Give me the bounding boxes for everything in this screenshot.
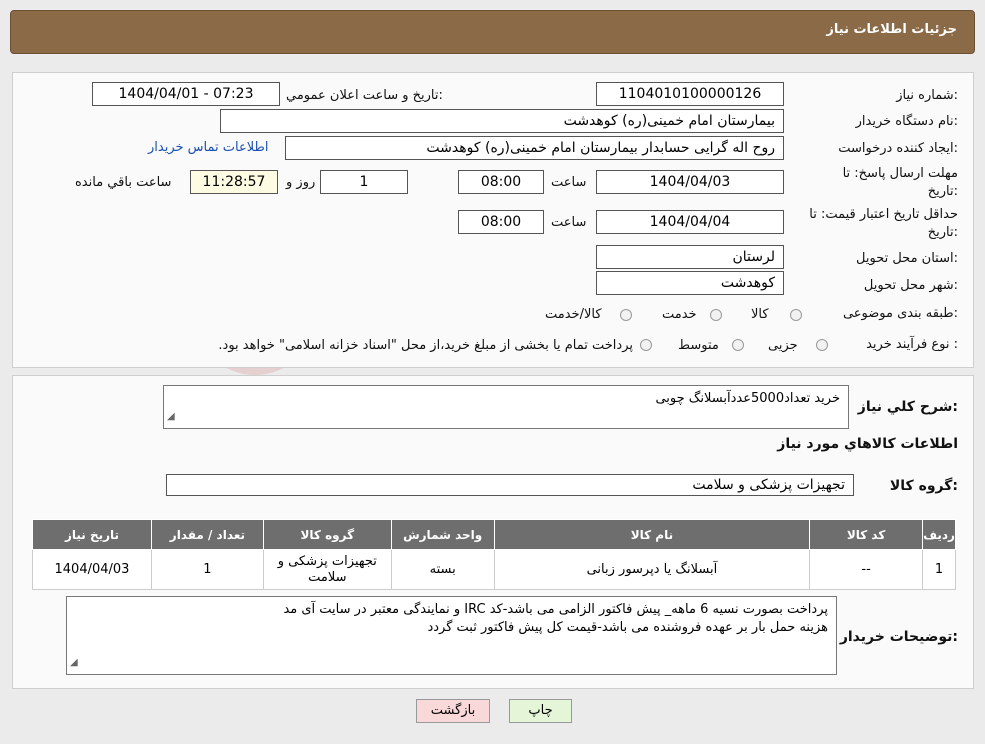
table-header-row: رديف كد كالا نام كالا واحد شمارش گروه كا… bbox=[32, 519, 956, 550]
reply-time-label: ساعت bbox=[551, 175, 587, 190]
resize-handle-icon[interactable]: ◢ bbox=[167, 408, 175, 426]
category-radio-goods[interactable] bbox=[790, 309, 802, 321]
cell-name: آبسلانگ یا دپرسور زبانی bbox=[493, 549, 811, 590]
summary-label: شرح كلي نياز: bbox=[857, 399, 958, 415]
buyer-notes-label: توضيحات خريدار: bbox=[839, 629, 958, 645]
group-label: گروه كالا: bbox=[889, 478, 958, 494]
need-number-label: شماره نیاز: bbox=[896, 88, 958, 103]
category-radio-service[interactable] bbox=[710, 309, 722, 321]
col-name: نام كالا bbox=[493, 519, 811, 550]
process-radio-medium[interactable] bbox=[732, 339, 744, 351]
group-field: تجهیزات پزشکی و سلامت bbox=[166, 474, 854, 496]
category-option-service: خدمت bbox=[662, 307, 697, 322]
price-validity-label-date: تاريخ: bbox=[927, 225, 958, 240]
col-code: كد كالا bbox=[809, 519, 924, 550]
summary-text: خرید تعداد5000عددآبسلانگ چوبی bbox=[655, 391, 840, 406]
page-title: جزئیات اطلاعات نیاز bbox=[826, 22, 957, 37]
items-table: رديف كد كالا نام كالا واحد شمارش گروه كا… bbox=[32, 519, 956, 590]
buyer-org-label: نام دستگاه خريدار: bbox=[855, 114, 958, 129]
col-row: رديف bbox=[922, 519, 956, 550]
buyer-notes-textarea[interactable]: پرداخت بصورت نسیه 6 ماهه_ پیش فاکتور الز… bbox=[66, 596, 837, 675]
creator-label: ايجاد كننده درخواست: bbox=[838, 141, 958, 156]
city-label: شهر محل تحويل: bbox=[863, 278, 958, 293]
cell-code: -- bbox=[809, 549, 924, 590]
category-option-goods-service: کالا/خدمت bbox=[545, 307, 602, 322]
col-quantity: تعداد / مقدار bbox=[150, 519, 264, 550]
summary-textarea[interactable]: خرید تعداد5000عددآبسلانگ چوبی ◢ bbox=[163, 385, 849, 429]
category-radio-goods-service[interactable] bbox=[620, 309, 632, 321]
city-field: کوهدشت bbox=[596, 271, 784, 295]
remaining-label: ساعت باقي مانده bbox=[75, 175, 172, 190]
cell-quantity: 1 bbox=[150, 549, 264, 590]
items-title: اطلاعات كالاهاي مورد نياز bbox=[777, 436, 958, 452]
validity-time-label: ساعت bbox=[551, 215, 587, 230]
buyer-notes-line-2: هزینه حمل بار بر عهده فروشنده می باشد-قی… bbox=[427, 620, 828, 635]
col-date: تاريخ نياز bbox=[32, 519, 152, 550]
table-row: 1 -- آبسلانگ یا دپرسور زبانی بسته تجهیزا… bbox=[32, 549, 956, 590]
category-option-goods: کالا bbox=[751, 307, 769, 322]
validity-date-field: 1404/04/04 bbox=[596, 210, 784, 234]
cell-date: 1404/04/03 bbox=[32, 549, 152, 590]
col-group: گروه كالا bbox=[262, 519, 392, 550]
need-number-field: 1104010100000126 bbox=[596, 82, 784, 106]
price-validity-label: حداقل تاريخ اعتبار قيمت: تا bbox=[809, 207, 958, 222]
resize-handle-icon[interactable]: ◢ bbox=[70, 654, 78, 672]
province-field: لرستان bbox=[596, 245, 784, 269]
reply-time-field: 08:00 bbox=[458, 170, 544, 194]
category-label: طبقه بندی موضوعی: bbox=[842, 306, 958, 321]
process-radio-minor[interactable] bbox=[816, 339, 828, 351]
remaining-time-field: 11:28:57 bbox=[190, 170, 278, 194]
announce-label: تاریخ و ساعت اعلان عمومي: bbox=[286, 88, 443, 103]
reply-deadline-label: مهلت ارسال پاسخ: تا bbox=[842, 166, 958, 181]
creator-field: روح اله گرایی حسابدار بیمارستان امام خمی… bbox=[285, 136, 784, 160]
days-label: روز و bbox=[286, 175, 316, 190]
days-field: 1 bbox=[320, 170, 408, 194]
process-checkbox-treasury[interactable] bbox=[640, 339, 652, 351]
validity-time-field: 08:00 bbox=[458, 210, 544, 234]
process-note: پرداخت تمام يا بخشی از مبلغ خريد،از محل … bbox=[218, 338, 633, 353]
reply-date-field: 1404/04/03 bbox=[596, 170, 784, 194]
print-button[interactable]: چاپ bbox=[509, 699, 572, 723]
process-label: نوع فرآيند خريد : bbox=[866, 337, 958, 352]
province-label: استان محل تحويل: bbox=[856, 251, 958, 266]
buyer-contact-link[interactable]: اطلاعات تماس خريدار bbox=[148, 140, 268, 155]
cell-row: 1 bbox=[922, 549, 956, 590]
reply-deadline-label-date: تاريخ: bbox=[927, 184, 958, 199]
cell-group: تجهیزات پزشکی و سلامت bbox=[262, 549, 392, 590]
buyer-notes-line-1: پرداخت بصورت نسیه 6 ماهه_ پیش فاکتور الز… bbox=[283, 602, 828, 617]
process-option-minor: جزیی bbox=[768, 338, 798, 353]
announce-field: 1404/04/01 - 07:23 bbox=[92, 82, 280, 106]
col-unit: واحد شمارش bbox=[390, 519, 495, 550]
cell-unit: بسته bbox=[390, 549, 495, 590]
process-option-medium: متوسط bbox=[678, 338, 719, 353]
back-button[interactable]: بازگشت bbox=[416, 699, 490, 723]
buyer-org-field: بیمارستان امام خمینی(ره) کوهدشت bbox=[220, 109, 784, 133]
